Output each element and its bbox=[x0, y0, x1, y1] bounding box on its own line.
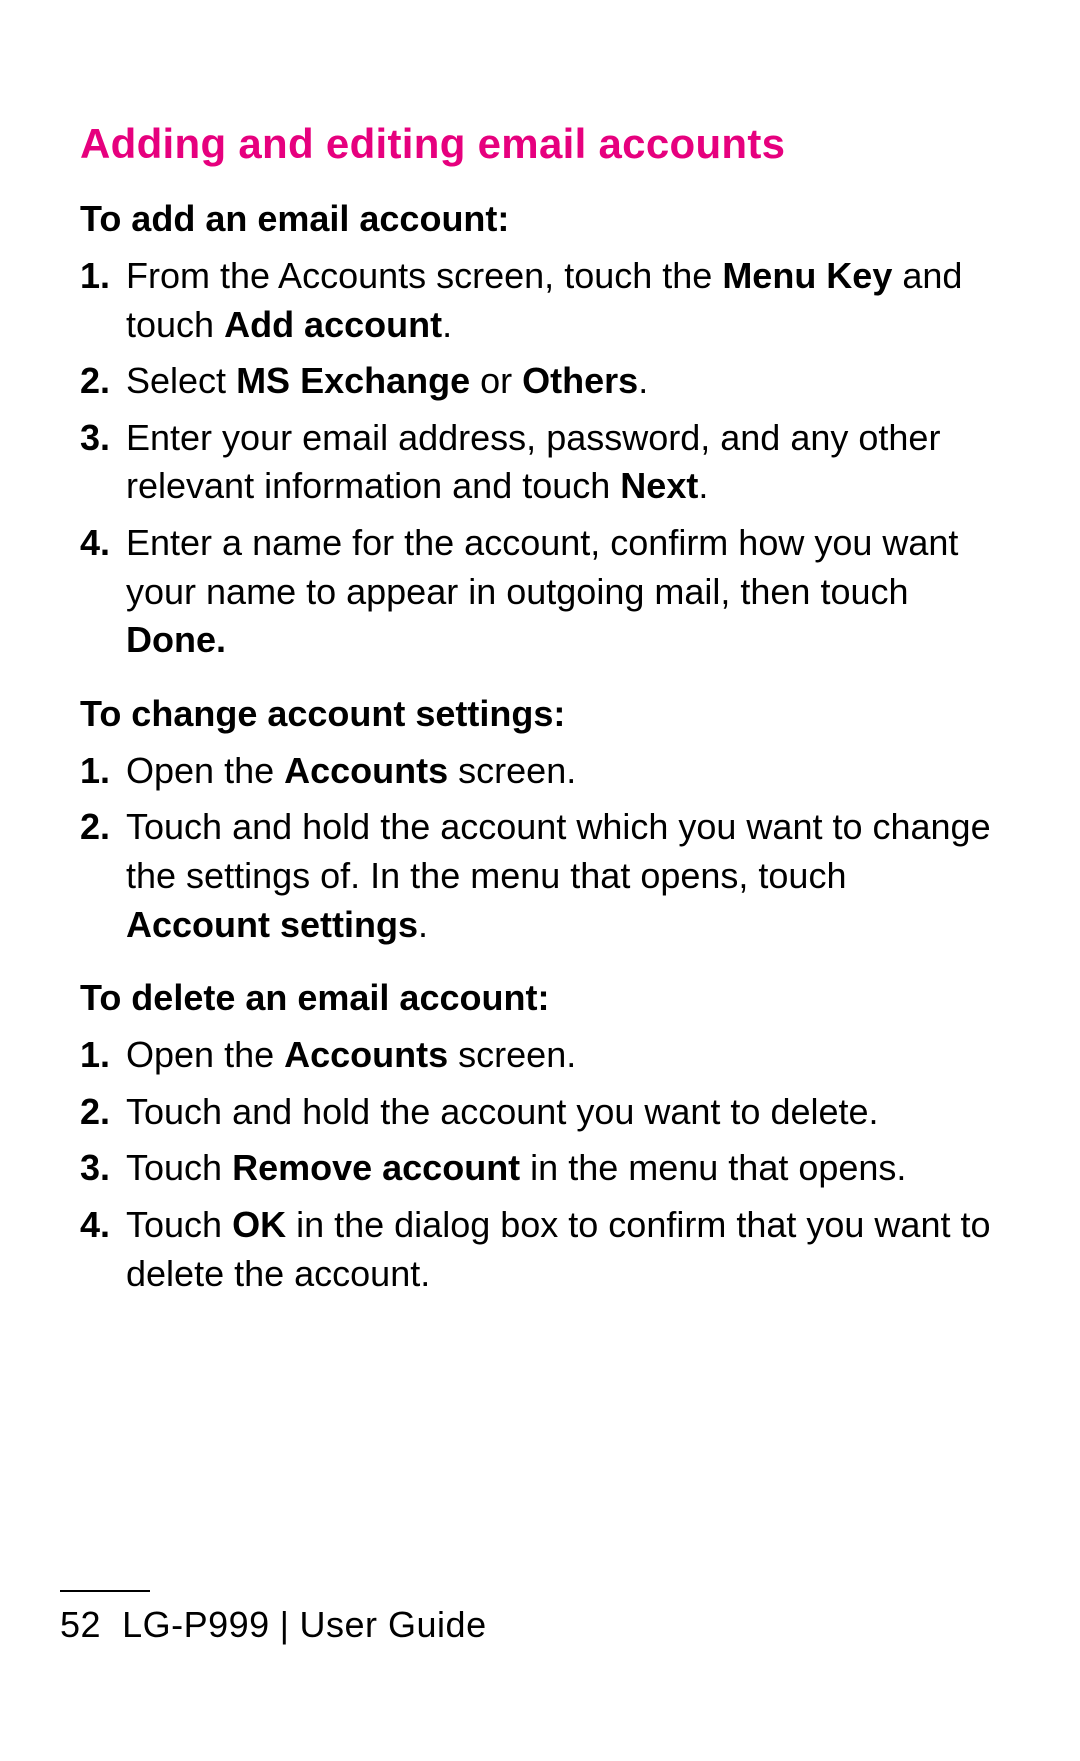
step-text: Open the bbox=[126, 1034, 284, 1075]
list-item: 1. Open the Accounts screen. bbox=[80, 1027, 1000, 1084]
list-item: 4. Touch OK in the dialog box to confirm… bbox=[80, 1197, 1000, 1302]
page-number: 52 bbox=[60, 1604, 101, 1645]
step-text: Touch bbox=[126, 1204, 232, 1245]
footer-text: 52 LG-P999|User Guide bbox=[60, 1604, 1080, 1646]
list-item: 3. Enter your email address, password, a… bbox=[80, 410, 1000, 515]
step-number: 1. bbox=[80, 252, 110, 301]
steps-add: 1. From the Accounts screen, touch the M… bbox=[80, 248, 1000, 669]
step-number: 1. bbox=[80, 747, 110, 796]
step-bold: Next bbox=[620, 465, 698, 506]
list-item: 2. Select MS Exchange or Others. bbox=[80, 353, 1000, 410]
list-item: 2. Touch and hold the account which you … bbox=[80, 799, 1000, 953]
step-text: Touch bbox=[126, 1147, 232, 1188]
step-bold: MS Exchange bbox=[236, 360, 470, 401]
step-text: . bbox=[638, 360, 648, 401]
step-number: 4. bbox=[80, 1201, 110, 1250]
step-bold: Add account bbox=[224, 304, 442, 345]
step-bold: Account settings bbox=[126, 904, 418, 945]
subheading-delete: To delete an email account: bbox=[80, 977, 1000, 1019]
doc-label: User Guide bbox=[300, 1604, 487, 1645]
steps-change: 1. Open the Accounts screen. 2. Touch an… bbox=[80, 743, 1000, 953]
step-text: Enter your email address, password, and … bbox=[126, 417, 940, 507]
step-bold: Accounts bbox=[284, 750, 448, 791]
step-number: 2. bbox=[80, 357, 110, 406]
step-bold: Menu Key bbox=[722, 255, 892, 296]
footer-separator: | bbox=[280, 1604, 290, 1646]
step-text: in the menu that opens. bbox=[520, 1147, 906, 1188]
step-text: Touch and hold the account you want to d… bbox=[126, 1091, 879, 1132]
section-title: Adding and editing email accounts bbox=[80, 120, 1000, 168]
step-text: . bbox=[442, 304, 452, 345]
page-footer: 52 LG-P999|User Guide bbox=[0, 1590, 1080, 1646]
footer-rule bbox=[60, 1590, 150, 1592]
device-model: LG-P999 bbox=[122, 1604, 270, 1645]
step-number: 3. bbox=[80, 414, 110, 463]
list-item: 1. From the Accounts screen, touch the M… bbox=[80, 248, 1000, 353]
step-text: screen. bbox=[448, 750, 576, 791]
list-item: 2. Touch and hold the account you want t… bbox=[80, 1084, 1000, 1141]
step-text: or bbox=[470, 360, 522, 401]
step-text: From the Accounts screen, touch the bbox=[126, 255, 722, 296]
step-bold: Accounts bbox=[284, 1034, 448, 1075]
list-item: 1. Open the Accounts screen. bbox=[80, 743, 1000, 800]
step-text: . bbox=[418, 904, 428, 945]
step-bold: Others bbox=[522, 360, 638, 401]
step-bold: OK bbox=[232, 1204, 286, 1245]
step-text: Open the bbox=[126, 750, 284, 791]
step-number: 2. bbox=[80, 1088, 110, 1137]
step-bold: Done. bbox=[126, 619, 226, 660]
steps-delete: 1. Open the Accounts screen. 2. Touch an… bbox=[80, 1027, 1000, 1302]
list-item: 3. Touch Remove account in the menu that… bbox=[80, 1140, 1000, 1197]
step-number: 2. bbox=[80, 803, 110, 852]
step-number: 4. bbox=[80, 519, 110, 568]
step-number: 1. bbox=[80, 1031, 110, 1080]
subheading-add: To add an email account: bbox=[80, 198, 1000, 240]
step-text: Touch and hold the account which you wan… bbox=[126, 806, 991, 896]
step-text: . bbox=[698, 465, 708, 506]
list-item: 4. Enter a name for the account, confirm… bbox=[80, 515, 1000, 669]
subheading-change: To change account settings: bbox=[80, 693, 1000, 735]
step-text: screen. bbox=[448, 1034, 576, 1075]
step-text: Select bbox=[126, 360, 236, 401]
step-number: 3. bbox=[80, 1144, 110, 1193]
step-text: Enter a name for the account, confirm ho… bbox=[126, 522, 958, 612]
document-page: Adding and editing email accounts To add… bbox=[0, 0, 1080, 1761]
step-bold: Remove account bbox=[232, 1147, 520, 1188]
